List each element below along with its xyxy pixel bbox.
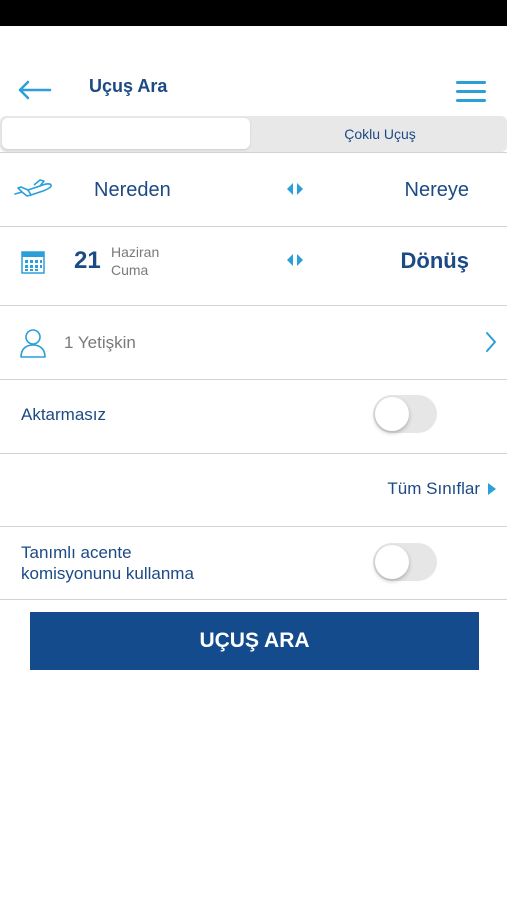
- app-header: Uçuş Ara: [0, 26, 507, 114]
- chevron-right-icon: [486, 332, 496, 352]
- tab-multi-city[interactable]: Çoklu Uçuş: [254, 118, 506, 149]
- back-button[interactable]: [16, 76, 54, 104]
- direct-flights-toggle[interactable]: [373, 395, 437, 433]
- cabin-class-selector[interactable]: Tüm Sınıflar: [387, 479, 496, 499]
- cabin-class-label: Tüm Sınıflar: [387, 479, 480, 498]
- calendar-icon: [21, 251, 45, 274]
- return-date-field[interactable]: Dönüş: [401, 248, 469, 274]
- search-flights-button[interactable]: UÇUŞ ARA: [30, 612, 479, 670]
- arrow-left-icon: [18, 80, 52, 100]
- date-row: 21 Haziran Cuma Dönüş: [0, 227, 507, 306]
- status-bar: [0, 0, 507, 26]
- agency-commission-label-line1: Tanımlı acente: [21, 543, 132, 562]
- passenger-count: 1 Yetişkin: [64, 333, 136, 352]
- direct-flights-row: Aktarmasız: [0, 380, 507, 454]
- toggle-knob: [375, 545, 409, 579]
- departure-month: Haziran: [111, 244, 160, 260]
- tab-one-way[interactable]: [2, 118, 250, 149]
- agency-commission-label-line2: komisyonunu kullanma: [21, 564, 194, 583]
- person-icon: [20, 329, 46, 358]
- destination-field[interactable]: Nereye: [405, 179, 469, 202]
- cabin-class-row: Tüm Sınıflar: [0, 454, 507, 527]
- agency-commission-label: Tanımlı acente komisyonunu kullanma: [21, 542, 281, 584]
- passengers-row[interactable]: 1 Yetişkin: [0, 306, 507, 380]
- agency-commission-toggle[interactable]: [373, 543, 437, 581]
- departure-day: 21: [74, 247, 101, 274]
- origin-field[interactable]: Nereden: [94, 179, 171, 202]
- departure-weekday: Cuma: [111, 262, 149, 278]
- route-row: Nereden Nereye: [0, 153, 507, 227]
- plane-icon: [14, 179, 52, 197]
- agency-commission-row: Tanımlı acente komisyonunu kullanma: [0, 527, 507, 600]
- trip-type-tabs: Çoklu Uçuş: [0, 116, 507, 152]
- hamburger-menu-icon: [456, 81, 486, 102]
- direct-flights-label: Aktarmasız: [21, 405, 107, 424]
- swap-arrows-icon[interactable]: [287, 254, 303, 266]
- toggle-knob: [375, 397, 409, 431]
- swap-arrows-icon[interactable]: [287, 183, 303, 195]
- caret-right-icon: [488, 483, 496, 495]
- menu-button[interactable]: [454, 78, 488, 106]
- page-title: Uçuş Ara: [89, 76, 168, 96]
